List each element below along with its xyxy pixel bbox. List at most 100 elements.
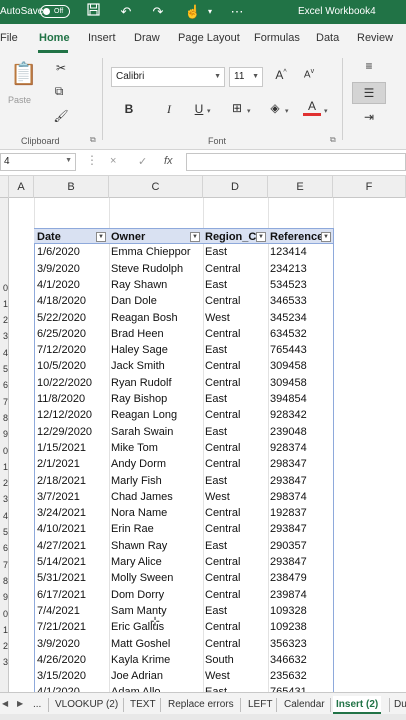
table-cell[interactable]: Joe Adrian: [111, 668, 203, 684]
table-cell[interactable]: 235632: [270, 668, 330, 684]
row-number[interactable]: 0: [0, 609, 9, 619]
table-cell[interactable]: Matt Goshel: [111, 636, 203, 652]
table-cell[interactable]: 109238: [270, 619, 330, 635]
underline-button[interactable]: U: [190, 102, 208, 116]
table-cell[interactable]: Central: [205, 521, 267, 537]
row-number[interactable]: 0: [0, 446, 9, 456]
table-cell[interactable]: Central: [205, 505, 267, 521]
table-cell[interactable]: East: [205, 244, 267, 260]
table-cell[interactable]: 238479: [270, 570, 330, 586]
table-cell[interactable]: East: [205, 684, 267, 692]
table-cell[interactable]: Central: [205, 554, 267, 570]
undo-icon[interactable]: ↶: [117, 3, 135, 21]
table-cell[interactable]: 5/14/2021: [37, 554, 109, 570]
table-cell[interactable]: 309458: [270, 358, 330, 374]
fill-color-dropdown-icon[interactable]: ▾: [285, 107, 289, 115]
row-number[interactable]: 0: [0, 283, 9, 293]
table-cell[interactable]: Marly Fish: [111, 473, 203, 489]
table-cell[interactable]: 3/9/2020: [37, 261, 109, 277]
row-number[interactable]: 8: [0, 576, 9, 586]
cancel-icon[interactable]: ×: [110, 155, 116, 167]
tab-page-layout[interactable]: Page Layout: [178, 32, 240, 44]
font-name-box[interactable]: Calibri ▼: [111, 67, 225, 87]
table-cell[interactable]: 192837: [270, 505, 330, 521]
table-cell[interactable]: Adam Allo: [111, 684, 203, 692]
table-cell[interactable]: East: [205, 277, 267, 293]
cut-icon[interactable]: ✂: [52, 61, 70, 75]
table-cell[interactable]: 123414: [270, 244, 330, 260]
table-cell[interactable]: East: [205, 424, 267, 440]
decrease-font-size-icon[interactable]: Av: [300, 68, 318, 80]
table-cell[interactable]: Jack Smith: [111, 358, 203, 374]
clipboard-launcher-icon[interactable]: ⧉: [90, 135, 96, 145]
table-cell[interactable]: 346632: [270, 652, 330, 668]
column-header-f[interactable]: F: [333, 176, 406, 198]
row-number[interactable]: 9: [0, 429, 9, 439]
tab-formulas[interactable]: Formulas: [254, 32, 300, 44]
table-cell[interactable]: Andy Dorm: [111, 456, 203, 472]
row-number[interactable]: 3: [0, 657, 9, 667]
header-region[interactable]: Region_Cl: [205, 229, 259, 245]
row-number[interactable]: 7: [0, 397, 9, 407]
tab-file[interactable]: File: [0, 32, 18, 44]
tab-data[interactable]: Data: [316, 32, 339, 44]
italic-button[interactable]: I: [160, 102, 178, 117]
table-cell[interactable]: 290357: [270, 538, 330, 554]
tab-insert[interactable]: Insert: [88, 32, 116, 44]
sheet-tab-insert-2[interactable]: Insert (2): [333, 696, 382, 714]
column-header-d[interactable]: D: [203, 176, 268, 198]
table-cell[interactable]: Erin Rae: [111, 521, 203, 537]
increase-font-size-icon[interactable]: A^: [272, 68, 290, 82]
row-number[interactable]: 6: [0, 380, 9, 390]
tab-review[interactable]: Review: [357, 32, 393, 44]
table-cell[interactable]: Molly Sween: [111, 570, 203, 586]
table-cell[interactable]: 12/29/2020: [37, 424, 109, 440]
table-cell[interactable]: 634532: [270, 326, 330, 342]
table-cell[interactable]: West: [205, 668, 267, 684]
table-cell[interactable]: East: [205, 391, 267, 407]
row-number[interactable]: 1: [0, 299, 9, 309]
column-header-a[interactable]: A: [9, 176, 34, 198]
table-cell[interactable]: 293847: [270, 521, 330, 537]
row-number[interactable]: 1: [0, 462, 9, 472]
header-owner[interactable]: Owner: [111, 229, 191, 245]
table-cell[interactable]: East: [205, 342, 267, 358]
row-number[interactable]: 4: [0, 348, 9, 358]
table-cell[interactable]: 11/8/2020: [37, 391, 109, 407]
row-number[interactable]: 3: [0, 331, 9, 341]
table-cell[interactable]: East: [205, 473, 267, 489]
table-cell[interactable]: Shawn Ray: [111, 538, 203, 554]
table-cell[interactable]: Ray Bishop: [111, 391, 203, 407]
table-cell[interactable]: West: [205, 489, 267, 505]
copy-icon[interactable]: ⧉: [50, 84, 68, 99]
row-number[interactable]: 4: [0, 511, 9, 521]
sheet-tab-du[interactable]: Du: [394, 696, 406, 714]
table-cell[interactable]: Central: [205, 440, 267, 456]
insert-function-button[interactable]: fx: [164, 155, 173, 167]
filter-dropdown-icon[interactable]: ▼: [96, 232, 106, 242]
table-cell[interactable]: East: [205, 538, 267, 554]
table-cell[interactable]: 1/6/2020: [37, 244, 109, 260]
row-number[interactable]: 6: [0, 543, 9, 553]
table-cell[interactable]: Sarah Swain: [111, 424, 203, 440]
table-cell[interactable]: 10/5/2020: [37, 358, 109, 374]
borders-icon[interactable]: ⊞: [228, 101, 246, 115]
table-cell[interactable]: 4/1/2020: [37, 277, 109, 293]
table-cell[interactable]: 298347: [270, 456, 330, 472]
table-cell[interactable]: 4/18/2020: [37, 293, 109, 309]
row-number[interactable]: 8: [0, 413, 9, 423]
font-launcher-icon[interactable]: ⧉: [330, 135, 336, 145]
paste-label[interactable]: Paste: [8, 95, 31, 105]
table-cell[interactable]: 765431: [270, 684, 330, 692]
table-cell[interactable]: Central: [205, 407, 267, 423]
table-cell[interactable]: Steve Rudolph: [111, 261, 203, 277]
table-cell[interactable]: 7/21/2021: [37, 619, 109, 635]
table-cell[interactable]: 309458: [270, 375, 330, 391]
borders-dropdown-icon[interactable]: ▾: [247, 107, 251, 115]
table-cell[interactable]: Emma Chieppor: [111, 244, 203, 260]
column-header-e[interactable]: E: [268, 176, 333, 198]
table-cell[interactable]: 293847: [270, 554, 330, 570]
row-number[interactable]: 1: [0, 625, 9, 635]
table-cell[interactable]: Central: [205, 375, 267, 391]
table-cell[interactable]: 5/22/2020: [37, 310, 109, 326]
